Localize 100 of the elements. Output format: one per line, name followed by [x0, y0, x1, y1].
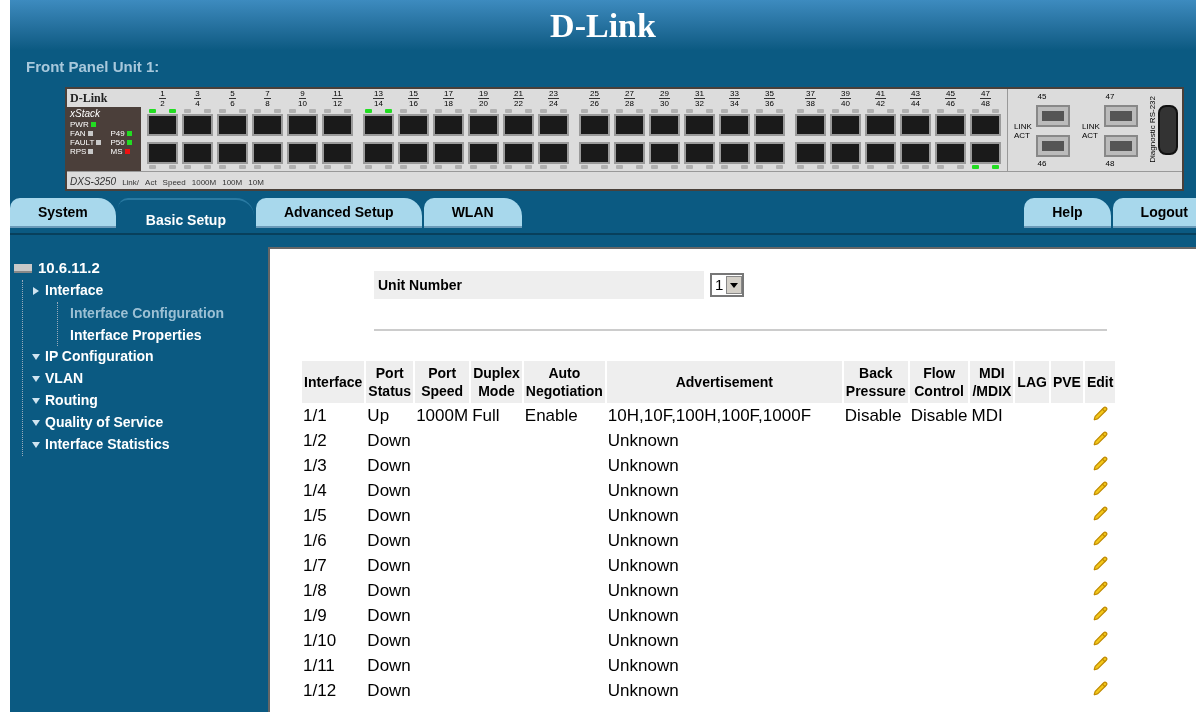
ethernet-port[interactable]	[503, 113, 534, 136]
legend-label: 10M	[248, 176, 264, 189]
ethernet-port[interactable]	[538, 113, 569, 136]
ethernet-port[interactable]	[503, 141, 534, 164]
ethernet-port[interactable]	[433, 113, 464, 136]
table-cell: Full	[472, 405, 500, 425]
ethernet-port[interactable]	[754, 113, 785, 136]
ethernet-port[interactable]	[754, 141, 785, 164]
nav-tab[interactable]: Advanced Setup	[255, 198, 422, 228]
sfp-slot[interactable]	[1104, 134, 1138, 157]
ethernet-port[interactable]	[538, 141, 569, 164]
tree-item[interactable]: VLAN	[45, 368, 84, 389]
ethernet-port[interactable]	[830, 141, 861, 164]
port-number: 28	[625, 99, 634, 108]
edit-icon[interactable]	[1092, 405, 1108, 421]
ethernet-port[interactable]	[252, 113, 283, 136]
tree-item[interactable]: Interface	[45, 280, 104, 301]
edit-icon[interactable]	[1092, 530, 1108, 546]
ethernet-port[interactable]	[830, 113, 861, 136]
ethernet-port[interactable]	[468, 141, 499, 164]
tree-item[interactable]: Interface Statistics	[45, 434, 170, 455]
nav-tab[interactable]: WLAN	[423, 198, 522, 228]
port-number: 34	[730, 99, 739, 108]
tree-item[interactable]: Quality of Service	[45, 412, 164, 433]
ethernet-port[interactable]	[579, 141, 610, 164]
ethernet-port[interactable]	[865, 113, 896, 136]
ethernet-port[interactable]	[363, 113, 394, 136]
ethernet-port[interactable]	[579, 113, 610, 136]
ethernet-port[interactable]	[322, 113, 353, 136]
ethernet-port[interactable]	[182, 113, 213, 136]
ethernet-port[interactable]	[398, 113, 429, 136]
edit-icon[interactable]	[1092, 430, 1108, 446]
ethernet-port[interactable]	[147, 113, 178, 136]
table-cell: 1/6	[303, 530, 327, 550]
ethernet-port[interactable]	[217, 141, 248, 164]
edit-icon[interactable]	[1092, 630, 1108, 646]
ethernet-port[interactable]	[900, 141, 931, 164]
status-led-label: FAN	[70, 128, 86, 138]
edit-icon[interactable]	[1092, 580, 1108, 596]
ethernet-port[interactable]	[795, 113, 826, 136]
ethernet-port[interactable]	[433, 141, 464, 164]
port-number: 13	[373, 89, 384, 99]
ethernet-port[interactable]	[649, 113, 680, 136]
table-cell: Enable	[524, 405, 578, 425]
ethernet-port[interactable]	[649, 141, 680, 164]
ethernet-port[interactable]	[970, 141, 1001, 164]
ethernet-port[interactable]	[322, 141, 353, 164]
edit-icon[interactable]	[1092, 605, 1108, 621]
sfp-slot[interactable]	[1104, 104, 1138, 127]
ethernet-port[interactable]	[398, 141, 429, 164]
column-header: Duplex Mode	[471, 361, 522, 403]
ethernet-port[interactable]	[900, 113, 931, 136]
ethernet-port[interactable]	[182, 141, 213, 164]
tree-item[interactable]: Interface Configuration	[70, 301, 268, 324]
column-header: MDI /MDIX	[970, 361, 1014, 403]
unit-select[interactable]: 1	[710, 273, 745, 297]
ethernet-port[interactable]	[935, 113, 966, 136]
sfp-slot[interactable]	[1036, 134, 1070, 157]
edit-icon[interactable]	[1092, 455, 1108, 471]
ethernet-port[interactable]	[719, 113, 750, 136]
ethernet-port[interactable]	[970, 113, 1001, 136]
sfp-slot[interactable]	[1036, 104, 1070, 127]
tree-item[interactable]: Interface Properties	[70, 323, 268, 346]
edit-icon[interactable]	[1092, 505, 1108, 521]
ethernet-port[interactable]	[684, 141, 715, 164]
port-number: 26	[590, 99, 599, 108]
ethernet-port[interactable]	[287, 141, 318, 164]
ethernet-port[interactable]	[363, 141, 394, 164]
nav-tab[interactable]: Help	[1024, 198, 1111, 228]
edit-icon[interactable]	[1092, 655, 1108, 671]
tree-item[interactable]: Routing	[45, 390, 98, 411]
ethernet-port[interactable]	[935, 141, 966, 164]
port-number: 36	[765, 99, 774, 108]
nav-tab[interactable]: System	[10, 198, 116, 228]
port-number: 48	[1105, 157, 1115, 170]
ethernet-port[interactable]	[795, 141, 826, 164]
led-label: LINK ACT	[1082, 121, 1101, 140]
column-header: LAG	[1015, 361, 1049, 403]
status-led-label: MS	[110, 146, 123, 156]
legend-label: 100M	[222, 176, 243, 189]
ethernet-port[interactable]	[614, 113, 645, 136]
column-header: Port Speed	[415, 361, 470, 403]
ethernet-port[interactable]	[865, 141, 896, 164]
ethernet-port[interactable]	[684, 113, 715, 136]
ethernet-port[interactable]	[614, 141, 645, 164]
port-number: 38	[806, 99, 815, 108]
ethernet-port[interactable]	[719, 141, 750, 164]
edit-icon[interactable]	[1092, 680, 1108, 696]
tree-root[interactable]: 10.6.11.2	[38, 257, 100, 280]
tree-item[interactable]: IP Configuration	[45, 346, 154, 367]
edit-icon[interactable]	[1092, 480, 1108, 496]
ethernet-port[interactable]	[217, 113, 248, 136]
edit-icon[interactable]	[1092, 555, 1108, 571]
ethernet-port[interactable]	[287, 113, 318, 136]
ethernet-port[interactable]	[147, 141, 178, 164]
ethernet-port[interactable]	[468, 113, 499, 136]
nav-tab[interactable]: Logout	[1112, 198, 1196, 228]
ethernet-port[interactable]	[252, 141, 283, 164]
port-number: 10	[298, 99, 307, 108]
table-cell: Down	[367, 630, 411, 650]
